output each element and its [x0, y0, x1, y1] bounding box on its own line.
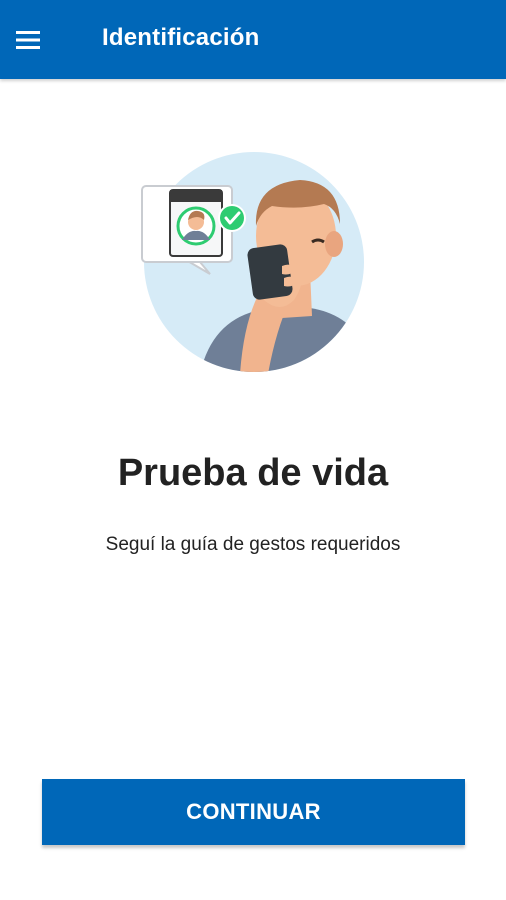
page-title: Identificación — [102, 24, 260, 51]
hamburger-menu-icon — [16, 31, 40, 49]
heading: Prueba de vida — [117, 452, 389, 494]
liveness-selfie-illustration — [141, 152, 364, 372]
selfie-card — [141, 185, 233, 275]
check-badge-icon — [218, 204, 246, 232]
app-bar: Identificación — [0, 0, 506, 79]
continue-button[interactable]: CONTINUAR — [42, 779, 465, 845]
subtitle: Seguí la guía de gestos requeridos — [105, 534, 401, 555]
menu-button[interactable] — [16, 22, 64, 58]
